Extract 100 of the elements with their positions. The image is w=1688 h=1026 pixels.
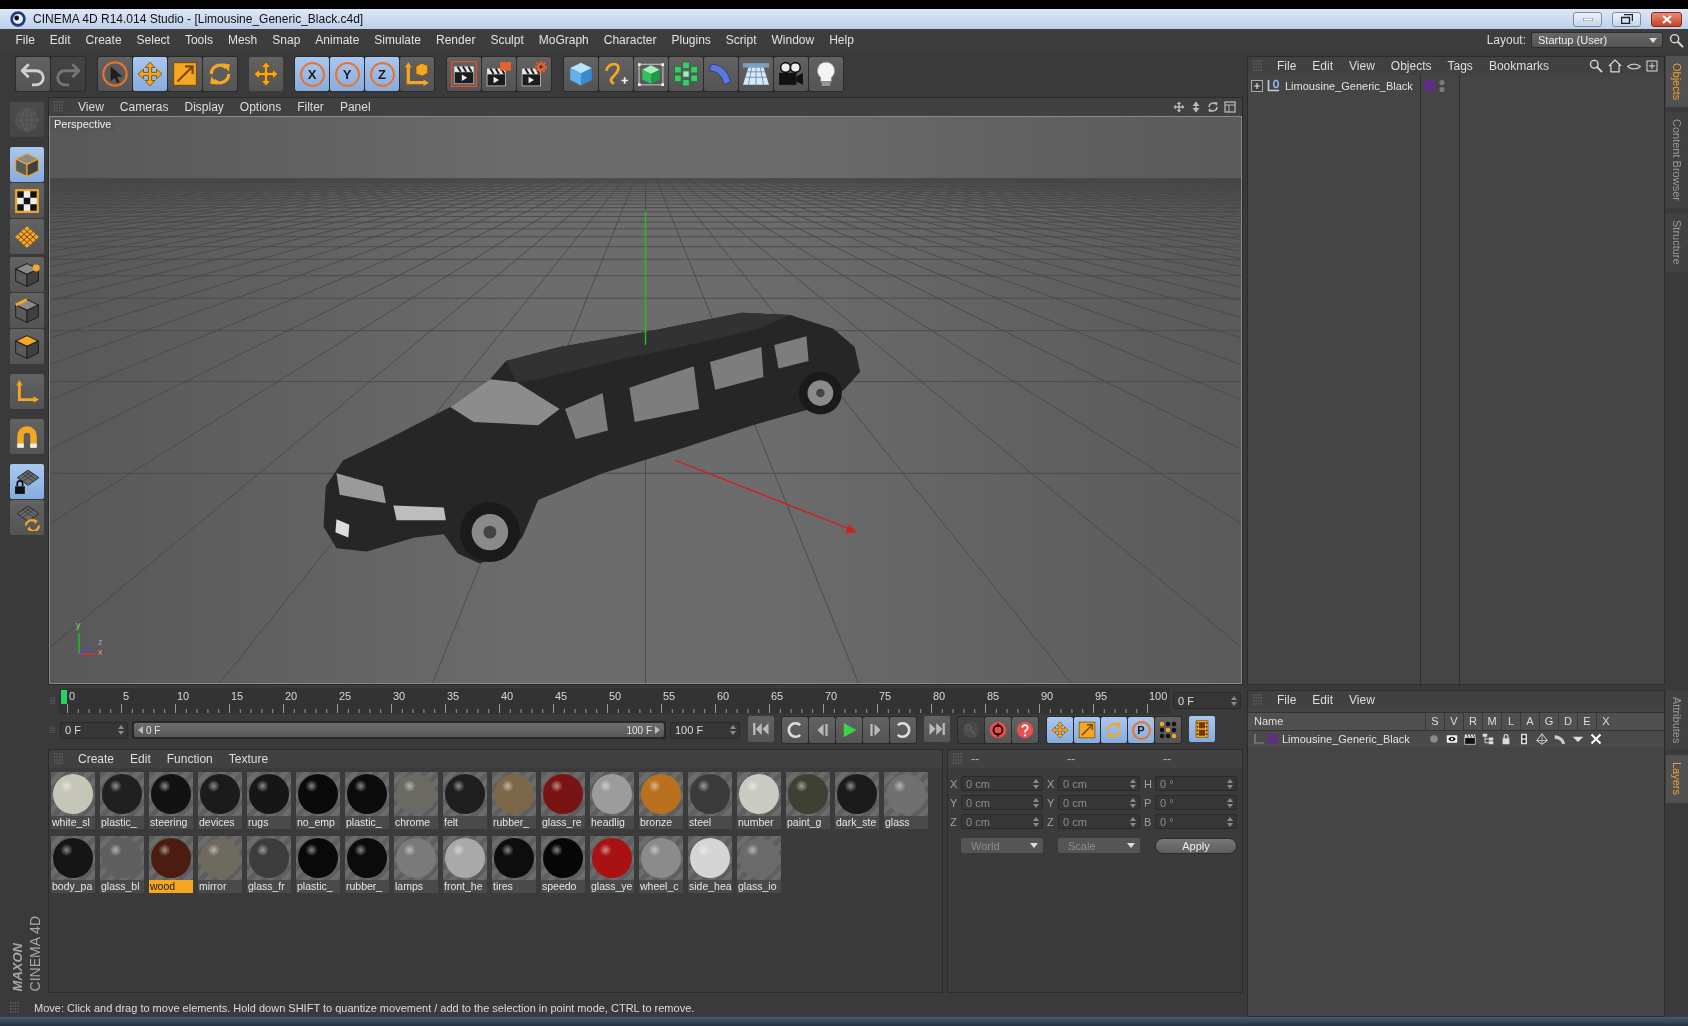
frame-field[interactable]: 0 F bbox=[1173, 692, 1241, 709]
recent-tool-button[interactable] bbox=[249, 57, 283, 91]
go-to-end-button[interactable] bbox=[924, 716, 950, 742]
material-tile[interactable]: steel bbox=[688, 772, 732, 829]
menu-item[interactable]: View bbox=[1341, 693, 1383, 707]
point-mode-button[interactable] bbox=[10, 257, 44, 292]
menu-item[interactable]: Script bbox=[718, 33, 764, 47]
menu-item[interactable]: Display bbox=[176, 100, 232, 114]
autokey-button[interactable] bbox=[1012, 717, 1038, 743]
key-points-button[interactable] bbox=[1155, 717, 1181, 743]
lock-workplane-button[interactable] bbox=[10, 464, 44, 499]
menu-item[interactable]: Tools bbox=[177, 33, 221, 47]
material-tile[interactable]: chrome bbox=[394, 772, 438, 829]
menu-item[interactable]: Character bbox=[596, 33, 664, 47]
menu-item[interactable]: File bbox=[1269, 59, 1305, 73]
material-tile[interactable]: headlig bbox=[590, 772, 634, 829]
menu-item[interactable]: View bbox=[70, 100, 112, 114]
material-tile[interactable]: body_pa bbox=[51, 836, 95, 893]
key-scale-button[interactable] bbox=[1074, 717, 1100, 743]
side-tab[interactable]: Layers bbox=[1666, 755, 1688, 803]
restore-button[interactable] bbox=[1612, 11, 1641, 27]
material-tile[interactable]: glass bbox=[884, 772, 928, 829]
menu-item[interactable]: Edit bbox=[42, 33, 79, 47]
next-key-button[interactable] bbox=[890, 717, 916, 743]
material-tile[interactable]: glass_ye bbox=[590, 836, 634, 893]
menu-item[interactable]: Texture bbox=[220, 752, 277, 766]
render-settings-button[interactable] bbox=[517, 57, 551, 91]
scale-tool-button[interactable] bbox=[168, 57, 202, 91]
playhead[interactable] bbox=[61, 689, 67, 704]
menu-item[interactable]: Animate bbox=[307, 33, 367, 47]
material-tile[interactable]: glass_re bbox=[541, 772, 585, 829]
menu-item[interactable]: Select bbox=[129, 33, 178, 47]
material-tile[interactable]: rugs bbox=[247, 772, 291, 829]
menu-item[interactable]: Tags bbox=[1439, 59, 1481, 73]
material-tile[interactable]: side_hea bbox=[688, 836, 732, 893]
polygon-mode-button[interactable] bbox=[10, 329, 44, 364]
select-tool-button[interactable] bbox=[98, 57, 132, 91]
cloner-button[interactable] bbox=[669, 57, 703, 91]
material-tile[interactable]: plastic_ bbox=[100, 772, 144, 829]
render-picture-button[interactable] bbox=[482, 57, 516, 91]
object-name[interactable]: Limousine_Generic_Black bbox=[1285, 79, 1413, 92]
material-tile[interactable]: paint_g bbox=[786, 772, 830, 829]
material-tile[interactable]: wheel_c bbox=[639, 836, 683, 893]
step-forward-button[interactable] bbox=[863, 717, 889, 743]
layer-name[interactable]: Limousine_Generic_Black bbox=[1282, 730, 1410, 748]
layer-row[interactable]: Limousine_Generic_Black bbox=[1248, 731, 1664, 747]
align-workplane-button[interactable] bbox=[10, 500, 44, 535]
menu-item[interactable]: Help bbox=[821, 33, 862, 47]
previous-key-button[interactable] bbox=[782, 717, 808, 743]
undo-button[interactable] bbox=[16, 57, 50, 91]
play-button[interactable] bbox=[836, 717, 862, 743]
menu-item[interactable]: File bbox=[1269, 693, 1305, 707]
menu-item[interactable]: File bbox=[8, 33, 43, 47]
coordinate-system-button[interactable] bbox=[400, 57, 434, 91]
model-mode-button[interactable] bbox=[10, 147, 44, 182]
menu-item[interactable]: Mesh bbox=[220, 33, 265, 47]
material-tile[interactable]: glass_io bbox=[737, 836, 781, 893]
menu-item[interactable]: Panel bbox=[331, 100, 379, 114]
material-tile[interactable]: lamps bbox=[394, 836, 438, 893]
axis-mode-button[interactable] bbox=[10, 374, 44, 409]
light-button[interactable] bbox=[809, 57, 843, 91]
side-tab[interactable]: Objects bbox=[1666, 56, 1688, 108]
menu-item[interactable]: Window bbox=[764, 33, 822, 47]
material-tile[interactable]: dark_ste bbox=[835, 772, 879, 829]
menu-item[interactable]: Options bbox=[231, 100, 290, 114]
frame-range-bar[interactable]: 0 F 100 F bbox=[134, 723, 664, 737]
layout-dropdown[interactable]: Startup (User) bbox=[1531, 32, 1663, 48]
axis-lock-button[interactable]: X bbox=[295, 57, 329, 91]
material-tile[interactable]: bronze bbox=[639, 772, 683, 829]
texture-mode-button[interactable] bbox=[10, 183, 44, 218]
material-tile[interactable]: front_he bbox=[443, 836, 487, 893]
material-tile[interactable]: white_sl bbox=[51, 772, 95, 829]
menu-item[interactable]: Function bbox=[158, 752, 221, 766]
menu-item[interactable]: Filter bbox=[289, 100, 332, 114]
menu-item[interactable]: Edit bbox=[1304, 59, 1342, 73]
timeline-ruler[interactable]: 0 5 10 15 20 25 30 35 40 45 50 55 60 65 70 75 80 85 90 95 100 bbox=[59, 687, 1170, 714]
menu-item[interactable]: Edit bbox=[122, 752, 159, 766]
menu-item[interactable]: Simulate bbox=[366, 33, 429, 47]
snap-button[interactable] bbox=[10, 419, 44, 454]
menu-item[interactable]: Edit bbox=[1304, 693, 1342, 707]
go-to-start-button[interactable] bbox=[748, 716, 774, 742]
axis-lock-button[interactable]: Y bbox=[330, 57, 364, 91]
menu-item[interactable]: Plugins bbox=[663, 33, 719, 47]
move-tool-button[interactable] bbox=[133, 57, 167, 91]
key-position-button[interactable] bbox=[1047, 717, 1073, 743]
material-tile[interactable]: tires bbox=[492, 836, 536, 893]
material-tile[interactable]: wood bbox=[149, 836, 193, 893]
material-tile[interactable]: glass_fr bbox=[247, 836, 291, 893]
material-tile[interactable]: felt bbox=[443, 772, 487, 829]
material-tile[interactable]: glass_bl bbox=[100, 836, 144, 893]
menu-item[interactable]: Objects bbox=[1382, 59, 1440, 73]
side-tab[interactable]: Attributes bbox=[1666, 690, 1688, 751]
material-tile[interactable]: rubber_ bbox=[345, 836, 389, 893]
search-button[interactable] bbox=[1669, 32, 1684, 48]
frame-field[interactable]: 100 F bbox=[670, 721, 740, 739]
floor-button[interactable] bbox=[739, 57, 773, 91]
material-tile[interactable]: mirror bbox=[198, 836, 242, 893]
menu-item[interactable]: View bbox=[1341, 59, 1383, 73]
step-back-button[interactable] bbox=[809, 717, 835, 743]
side-tab[interactable]: Structure bbox=[1666, 213, 1688, 272]
